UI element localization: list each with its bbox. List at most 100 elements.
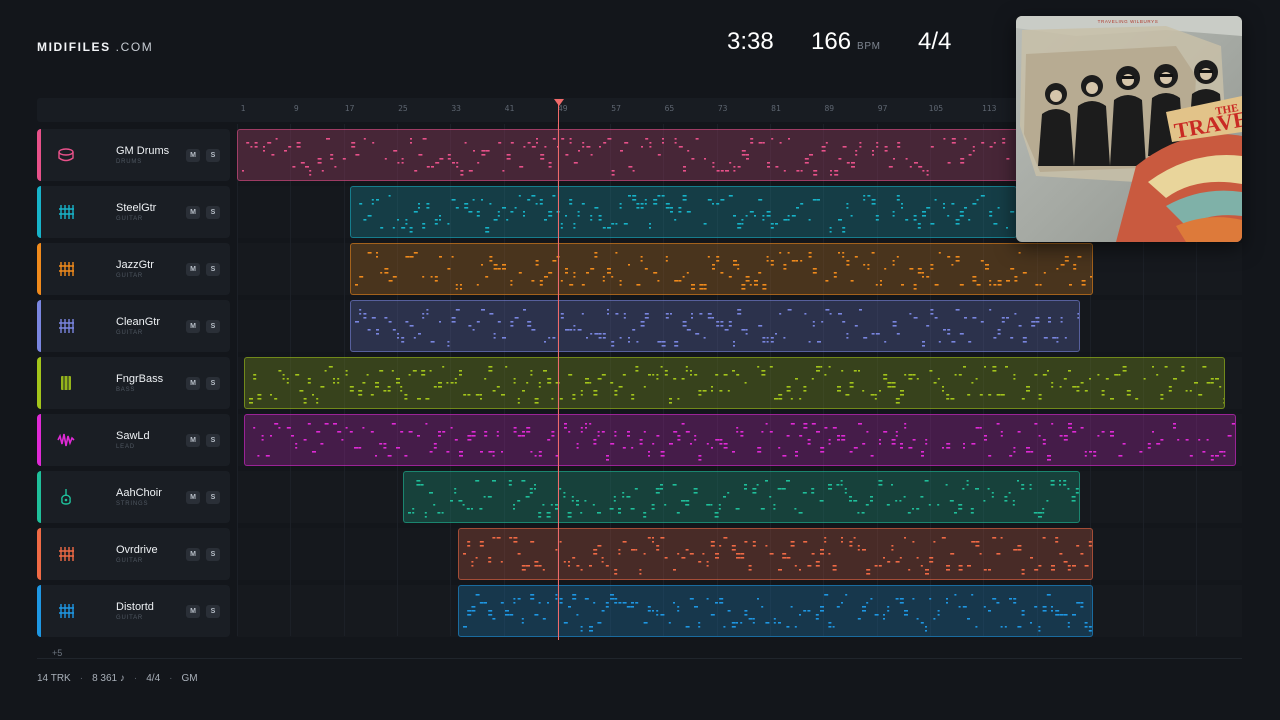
note-pattern <box>359 195 1015 233</box>
track-header[interactable]: CleanGtr GUITAR M S <box>37 300 230 352</box>
track-header[interactable]: JazzGtr GUITAR M S <box>37 243 230 295</box>
midi-clip[interactable] <box>458 528 1093 580</box>
solo-button[interactable]: S <box>206 434 220 447</box>
note-pattern <box>408 480 1079 518</box>
ruler-tick: 81 <box>771 104 781 113</box>
track-name: Ovrdrive <box>116 544 158 556</box>
tempo-value: 166 <box>811 28 852 55</box>
track-color-bar <box>37 471 41 523</box>
solo-button[interactable]: S <box>206 377 220 390</box>
track-header[interactable]: Distortd GUITAR M S <box>37 585 230 637</box>
track-count: 14 TRK <box>37 673 71 684</box>
midi-clip[interactable] <box>244 414 1236 466</box>
track-color-bar <box>37 528 41 580</box>
mute-button[interactable]: M <box>186 377 200 390</box>
midi-clip[interactable] <box>350 243 1093 295</box>
track-category: DRUMS <box>116 159 142 165</box>
track-color-bar <box>37 357 41 409</box>
playhead[interactable] <box>558 100 559 640</box>
footer-summary: 14 TRK · 8 361 ♪ · 4/4 · GM <box>37 673 198 684</box>
midi-clip[interactable] <box>244 357 1225 409</box>
track-color-bar <box>37 585 41 637</box>
ruler-tick: 25 <box>398 104 408 113</box>
solo-button[interactable]: S <box>206 320 220 333</box>
mute-button[interactable]: M <box>186 149 200 162</box>
track-header[interactable]: FngrBass BASS M S <box>37 357 230 409</box>
track-category: GUITAR <box>116 273 144 279</box>
ruler-tick: 1 <box>240 104 246 113</box>
note-pattern <box>463 537 1092 575</box>
ruler-tick: 97 <box>877 104 888 113</box>
ruler-tick: 113 <box>981 104 997 113</box>
brand-name: MIDIFILES <box>37 40 111 54</box>
track-color-bar <box>37 243 41 295</box>
midi-viewer: MIDIFILES .COM 3:38 166 BPM 4/4 1 9 17 25 33 4… <box>0 0 1280 720</box>
ruler-tick: 105 <box>928 104 944 113</box>
bar-gridline <box>237 124 238 636</box>
ruler-tick: 41 <box>504 104 515 113</box>
track-category: GUITAR <box>116 558 144 564</box>
midi-clip[interactable] <box>458 585 1093 637</box>
midi-standard: GM <box>181 673 198 684</box>
grid-icon <box>57 545 75 563</box>
track-header[interactable]: SteelGtr GUITAR M S <box>37 186 230 238</box>
track-category: LEAD <box>116 444 135 450</box>
track-name: AahChoir <box>116 487 162 499</box>
ruler-tick: 17 <box>344 104 355 113</box>
grid-icon <box>57 260 75 278</box>
ruler-tick: 65 <box>664 104 675 113</box>
solo-button[interactable]: S <box>206 491 220 504</box>
note-pattern <box>242 138 1029 176</box>
album-cover-art: TRAVE THE TRAVELING WILBURYS <box>1016 16 1242 242</box>
mute-button[interactable]: M <box>186 320 200 333</box>
track-name: CleanGtr <box>116 316 161 328</box>
mute-button[interactable]: M <box>186 548 200 561</box>
mute-button[interactable]: M <box>186 434 200 447</box>
ruler-tick: 33 <box>451 104 462 113</box>
track-header[interactable]: AahChoir STRINGS M S <box>37 471 230 523</box>
midi-clip[interactable] <box>350 186 1017 238</box>
track-name: GM Drums <box>116 145 170 157</box>
track-name: Distortd <box>116 601 154 613</box>
track-color-bar <box>37 129 41 181</box>
track-name: SteelGtr <box>116 202 157 214</box>
mute-button[interactable]: M <box>186 605 200 618</box>
drum-icon <box>57 146 75 164</box>
midi-clip[interactable] <box>237 129 1030 181</box>
note-pattern <box>355 309 1079 347</box>
solo-button[interactable]: S <box>206 263 220 276</box>
note-pattern <box>253 423 1235 461</box>
track-category: GUITAR <box>116 330 144 336</box>
track-name: JazzGtr <box>116 259 154 271</box>
track-name: SawLd <box>116 430 150 442</box>
midi-clip[interactable] <box>403 471 1080 523</box>
note-pattern <box>249 366 1224 404</box>
note-pattern <box>355 252 1092 290</box>
album-caption: TRAVELING WILBURYS <box>1098 19 1159 24</box>
solo-button[interactable]: S <box>206 605 220 618</box>
ruler-tick: 9 <box>293 104 299 113</box>
footer-time-signature: 4/4 <box>146 673 161 684</box>
duration-display: 3:38 <box>727 28 774 55</box>
album-cover: TRAVE THE TRAVELING WILBURYS <box>1016 16 1242 242</box>
brand-suffix: .COM <box>115 40 154 54</box>
mute-button[interactable]: M <box>186 263 200 276</box>
guitar-icon <box>57 488 75 506</box>
bass-icon <box>57 374 75 392</box>
playhead-handle[interactable] <box>554 99 564 106</box>
midi-clip[interactable] <box>350 300 1080 352</box>
track-color-bar <box>37 414 41 466</box>
track-header[interactable]: SawLd LEAD M S <box>37 414 230 466</box>
brand-logo[interactable]: MIDIFILES .COM <box>37 40 153 54</box>
mute-button[interactable]: M <box>186 491 200 504</box>
solo-button[interactable]: S <box>206 149 220 162</box>
solo-button[interactable]: S <box>206 206 220 219</box>
note-pattern <box>463 594 1092 632</box>
more-tracks-indicator[interactable]: +5 <box>52 648 62 658</box>
solo-button[interactable]: S <box>206 548 220 561</box>
track-header[interactable]: Ovrdrive GUITAR M S <box>37 528 230 580</box>
mute-button[interactable]: M <box>186 206 200 219</box>
track-header[interactable]: GM Drums DRUMS M S <box>37 129 230 181</box>
ruler-tick: 57 <box>611 104 621 113</box>
tempo-display: 166 BPM <box>811 28 881 56</box>
